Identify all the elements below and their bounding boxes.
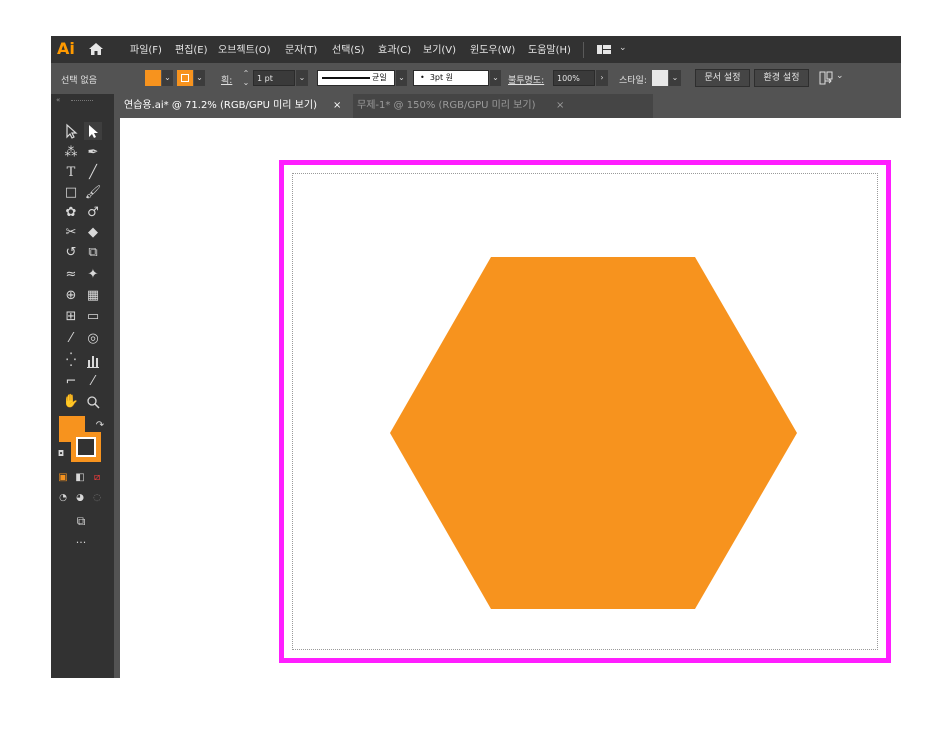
gradient-mode-icon[interactable]: ◧ (74, 472, 86, 484)
perspective-grid-icon[interactable]: ▦ (84, 287, 102, 305)
paintbrush-icon[interactable]: 🖌 (84, 184, 102, 202)
tab-label: 연습용.ai* @ 71.2% (RGB/GPU 미리 보기) (124, 100, 317, 111)
opacity-chevron-right-icon[interactable]: › (596, 70, 608, 86)
stroke-profile-line (322, 77, 370, 79)
slice-tool-icon[interactable]: ⁄ (84, 373, 102, 391)
menu-bar: Ai 파일(F) 편집(E) 오브젝트(O) 문자(T) 선택(S) 효과(C)… (51, 36, 901, 63)
gradient-tool-icon[interactable]: ▭ (84, 308, 102, 326)
fill-swatch[interactable] (145, 70, 161, 86)
stroke-profile-dropdown[interactable]: 균일 (317, 70, 395, 86)
selection-tool-icon[interactable] (62, 122, 80, 140)
menu-edit[interactable]: 편집(E) (175, 44, 208, 58)
stroke-weight-stepper-icon[interactable]: ⌃ ⌄ (241, 69, 251, 87)
scissors-icon[interactable]: ✂ (62, 224, 80, 242)
eyedropper-icon[interactable]: ⁄ (62, 330, 80, 348)
stroke-color-box[interactable] (71, 432, 101, 462)
menu-view[interactable]: 보기(V) (423, 44, 456, 58)
stroke-weight-input[interactable]: 1 pt (253, 70, 295, 86)
default-colors-icon[interactable]: ◘ (56, 449, 66, 459)
zoom-icon[interactable] (84, 393, 102, 411)
brush-chevron-icon[interactable]: ⌄ (490, 70, 501, 86)
panel-menu-chevron-icon[interactable]: ⌄ (836, 71, 844, 81)
stroke-profile-label: 균일 (372, 73, 387, 82)
line-segment-icon[interactable]: ╱ (84, 164, 102, 182)
draw-normal-icon[interactable]: ◔ (57, 492, 69, 504)
stroke-swatch[interactable] (177, 70, 193, 86)
draw-behind-icon[interactable]: ◕ (74, 492, 86, 504)
eraser-icon[interactable]: ◆ (84, 224, 102, 242)
style-chevron-icon[interactable]: ⌄ (669, 70, 681, 86)
direct-selection-tool-icon[interactable] (84, 122, 102, 140)
color-mode-icon[interactable]: ▣ (57, 472, 69, 484)
panel-collapse-icon[interactable]: « (56, 96, 60, 104)
menu-help[interactable]: 도움말(H) (528, 44, 571, 58)
workspace-switcher-icon[interactable] (597, 45, 611, 54)
menu-file[interactable]: 파일(F) (130, 44, 162, 58)
chevron-down-icon[interactable]: ⌄ (619, 43, 627, 53)
menu-effect[interactable]: 효과(C) (378, 44, 411, 58)
screen-mode-icon[interactable]: ⧉ (71, 512, 91, 530)
opacity-input[interactable]: 100% (553, 70, 595, 86)
none-mode-icon[interactable]: ⧄ (91, 472, 103, 484)
tools-panel: « ⁂ ✒ T ╱ □ 🖌 ✿ ♂ ✂ ◆ ↺ ⧉ ≈ ✦ ⊕ ▦ ⊞ ▭ ⁄ … (51, 94, 114, 678)
blob-brush-icon[interactable]: ♂ (84, 204, 102, 222)
panel-grip[interactable] (71, 100, 93, 103)
menu-type[interactable]: 문자(T) (285, 44, 317, 58)
draw-inside-icon[interactable]: ◌ (91, 492, 103, 504)
document-setup-button[interactable]: 문서 설정 (695, 69, 750, 87)
shape-builder-icon[interactable]: ⊕ (62, 287, 80, 305)
illustrator-window: Ai 파일(F) 편집(E) 오브젝트(O) 문자(T) 선택(S) 효과(C)… (51, 36, 901, 678)
opacity-label[interactable]: 불투명도: (508, 73, 544, 86)
brush-label: 3pt 원 (429, 73, 454, 82)
puppet-warp-icon[interactable]: ✦ (84, 266, 102, 284)
selection-status: 선택 없음 (61, 76, 97, 86)
fill-dropdown-chevron-icon[interactable]: ⌄ (162, 70, 173, 86)
style-label: 스타일: (619, 76, 647, 86)
app-logo: Ai (57, 39, 75, 58)
menu-select[interactable]: 선택(S) (332, 44, 365, 58)
type-tool-icon[interactable]: T (62, 164, 80, 182)
control-bar: 선택 없음 ⌄ ⌄ 획: ⌃ ⌄ 1 pt ⌄ 균일 ⌄ • 3pt 원 ⌄ 불투… (51, 63, 901, 94)
scale-icon[interactable]: ⧉ (84, 244, 102, 262)
canvas-area[interactable] (120, 118, 901, 678)
symbol-sprayer-icon[interactable]: ⁛ (62, 352, 80, 370)
close-icon[interactable]: × (556, 94, 564, 118)
width-tool-icon[interactable]: ≈ (62, 266, 80, 284)
rectangle-tool-icon[interactable]: □ (62, 184, 80, 202)
hexagon-shape[interactable] (390, 257, 797, 609)
graphic-style-swatch[interactable] (652, 70, 668, 86)
menu-separator (583, 42, 584, 58)
blend-tool-icon[interactable]: ◎ (84, 330, 102, 348)
mesh-tool-icon[interactable]: ⊞ (62, 308, 80, 326)
column-graph-icon[interactable] (84, 352, 102, 370)
tab-document-inactive[interactable]: 무제-1* @ 150% (RGB/GPU 미리 보기) × (353, 94, 653, 118)
menu-window[interactable]: 윈도우(W) (470, 44, 515, 58)
pen-tool-icon[interactable]: ✒ (84, 144, 102, 162)
magic-wand-icon[interactable]: ⁂ (62, 144, 80, 162)
rotate-icon[interactable]: ↺ (62, 244, 80, 262)
preferences-button[interactable]: 환경 설정 (754, 69, 809, 87)
close-icon[interactable]: × (333, 94, 341, 118)
tab-label: 무제-1* @ 150% (RGB/GPU 미리 보기) (357, 100, 536, 111)
document-tab-bar: 연습용.ai* @ 71.2% (RGB/GPU 미리 보기) × 무제-1* … (120, 94, 901, 118)
menu-object[interactable]: 오브젝트(O) (218, 44, 270, 58)
align-options-icon[interactable] (819, 71, 833, 85)
stroke-weight-chevron-icon[interactable]: ⌄ (296, 70, 308, 86)
stroke-label[interactable]: 획: (221, 73, 232, 86)
artboard-icon[interactable]: ⌐ (62, 373, 80, 391)
stroke-dropdown-chevron-icon[interactable]: ⌄ (194, 70, 205, 86)
edit-toolbar-more-icon[interactable]: ··· (71, 536, 91, 550)
tab-document-active[interactable]: 연습용.ai* @ 71.2% (RGB/GPU 미리 보기) × (120, 94, 353, 118)
shaper-tool-icon[interactable]: ✿ (62, 204, 80, 222)
stroke-profile-chevron-icon[interactable]: ⌄ (396, 70, 407, 86)
hand-icon[interactable]: ✋ (62, 393, 80, 411)
home-icon[interactable] (89, 43, 103, 55)
brush-dropdown[interactable]: • 3pt 원 (413, 70, 489, 86)
